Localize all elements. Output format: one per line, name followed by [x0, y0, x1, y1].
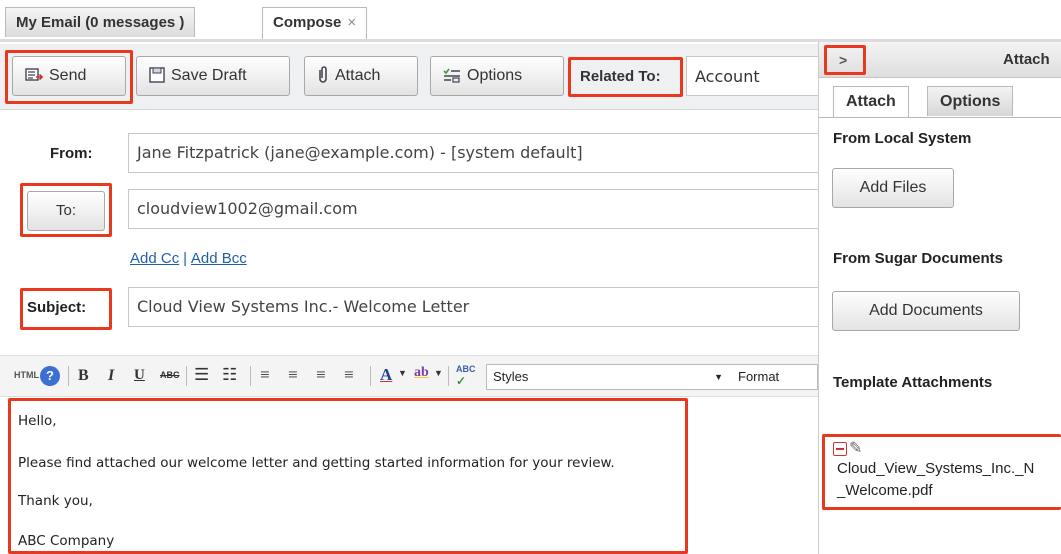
- panel-title: Attach: [1003, 51, 1050, 68]
- styles-select[interactable]: Styles ▼: [486, 364, 728, 390]
- highlight-color-icon[interactable]: ab: [414, 365, 429, 381]
- subject-value: Cloud View Systems Inc.- Welcome Letter: [137, 297, 470, 316]
- spellcheck-icon[interactable]: ABC ✓: [456, 364, 476, 388]
- help-icon[interactable]: ?: [40, 366, 60, 386]
- text-color-icon[interactable]: A: [380, 365, 392, 385]
- cc-bcc-separator: |: [183, 250, 187, 267]
- add-files-label: Add Files: [859, 179, 927, 196]
- highlight-attachment: [822, 434, 1061, 510]
- tab-compose[interactable]: Compose ×: [262, 7, 368, 40]
- toolbar-divider: [68, 366, 69, 386]
- numbered-list-icon[interactable]: ☷: [222, 365, 237, 385]
- dropdown-arrow-icon[interactable]: ▼: [398, 368, 407, 378]
- bold-icon[interactable]: B: [78, 367, 89, 385]
- panel-tab-options[interactable]: Options: [927, 86, 1014, 116]
- cc-bcc-links: Add Cc | Add Bcc: [130, 250, 247, 267]
- dropdown-arrow-icon[interactable]: ▼: [434, 368, 443, 378]
- toolbar-divider: [448, 366, 449, 386]
- paperclip-icon: [317, 60, 329, 98]
- bullet-list-icon[interactable]: ☰: [194, 365, 209, 385]
- save-draft-label: Save Draft: [171, 67, 247, 84]
- panel-tab-attach-label: Attach: [846, 93, 896, 110]
- highlight-to: [20, 183, 112, 237]
- format-value: Format: [738, 369, 780, 384]
- strikethrough-icon[interactable]: ABC: [160, 370, 180, 380]
- chevron-down-icon: ▼: [714, 372, 723, 382]
- attach-button[interactable]: Attach: [304, 56, 418, 96]
- toolbar-divider: [370, 366, 371, 386]
- italic-icon[interactable]: I: [108, 367, 114, 385]
- highlight-panel-toggle: [824, 45, 866, 75]
- toolbar-divider: [186, 366, 187, 386]
- to-value: cloudview1002@gmail.com: [137, 199, 358, 218]
- options-icon: [443, 60, 461, 98]
- highlight-body: [8, 398, 688, 554]
- to-field[interactable]: cloudview1002@gmail.com: [128, 189, 818, 229]
- align-left-icon[interactable]: ≡: [260, 365, 270, 385]
- options-button[interactable]: Options: [430, 56, 564, 96]
- save-icon: [149, 60, 165, 98]
- add-documents-button[interactable]: Add Documents: [832, 291, 1020, 331]
- close-tab-icon[interactable]: ×: [347, 14, 356, 31]
- attach-label: Attach: [335, 67, 381, 84]
- tab-my-email[interactable]: My Email (0 messages ): [5, 7, 196, 37]
- related-to-select[interactable]: Account: [686, 56, 818, 96]
- html-toggle[interactable]: HTML: [14, 370, 39, 380]
- tab-my-email-label: My Email (0 messages ): [16, 14, 185, 31]
- panel-tab-divider: [819, 117, 1061, 118]
- editor-toolbar: HTML ? B I U ABC ☰ ☷ ≡ ≡ ≡ ≡ A ▼ ab ▼ AB…: [0, 355, 818, 397]
- related-to-value: Account: [695, 67, 760, 86]
- from-field[interactable]: Jane Fitzpatrick (jane@example.com) - [s…: [128, 133, 818, 173]
- align-center-icon[interactable]: ≡: [288, 365, 298, 385]
- from-label: From:: [50, 145, 93, 162]
- tab-compose-label: Compose: [273, 14, 342, 31]
- add-cc-link[interactable]: Add Cc: [130, 250, 179, 267]
- panel-tab-options-label: Options: [940, 93, 1001, 110]
- add-documents-label: Add Documents: [869, 302, 983, 319]
- justify-icon[interactable]: ≡: [344, 365, 354, 385]
- underline-icon[interactable]: U: [134, 367, 145, 384]
- styles-value: Styles: [493, 369, 529, 384]
- add-files-button[interactable]: Add Files: [832, 168, 954, 208]
- from-value: Jane Fitzpatrick (jane@example.com) - [s…: [137, 143, 583, 162]
- add-bcc-link[interactable]: Add Bcc: [191, 250, 247, 267]
- highlight-related-to: [568, 57, 683, 97]
- highlight-subject: [20, 288, 112, 330]
- save-draft-button[interactable]: Save Draft: [136, 56, 290, 96]
- panel-tab-attach[interactable]: Attach: [833, 86, 909, 118]
- toolbar-divider: [250, 366, 251, 386]
- align-right-icon[interactable]: ≡: [316, 365, 326, 385]
- from-sugar-heading: From Sugar Documents: [833, 250, 1004, 267]
- options-label: Options: [467, 67, 523, 84]
- highlight-send: [5, 50, 133, 104]
- format-select[interactable]: Format: [724, 364, 818, 390]
- template-attachments-heading: Template Attachments: [833, 374, 993, 391]
- from-local-heading: From Local System: [833, 130, 972, 147]
- subject-field[interactable]: Cloud View Systems Inc.- Welcome Letter: [128, 287, 818, 327]
